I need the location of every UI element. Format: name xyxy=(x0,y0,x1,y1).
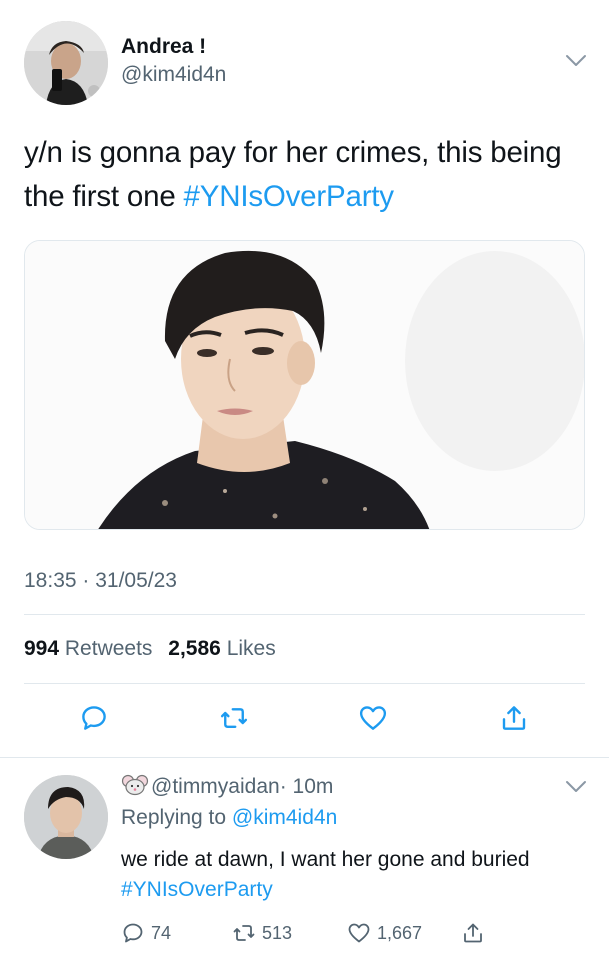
replying-to-mention[interactable]: @kim4id4n xyxy=(232,806,337,829)
divider xyxy=(24,683,585,684)
reply-like-button[interactable]: 1,667 xyxy=(347,920,422,946)
reply-icon xyxy=(123,923,143,943)
reply-author-avatar[interactable] xyxy=(24,775,108,859)
reply-time[interactable]: · 10m xyxy=(280,775,334,798)
tweet-timestamp[interactable]: 18:35 · 31/05/23 xyxy=(24,569,177,593)
heart-icon[interactable] xyxy=(358,703,388,733)
more-options-chevron-icon[interactable] xyxy=(565,54,587,68)
reply-header: @timmyaidan· 10m xyxy=(121,774,333,799)
reply-text: we ride at dawn, I want her gone and bur… xyxy=(121,845,591,905)
reply-share-button[interactable] xyxy=(461,920,491,946)
retweet-count: 513 xyxy=(262,922,293,943)
retweets-count[interactable]: 994 xyxy=(24,637,59,660)
share-icon xyxy=(464,923,482,943)
reply-retweet-button[interactable]: 513 xyxy=(232,920,292,946)
reply-body: we ride at dawn, I want her gone and bur… xyxy=(121,848,530,871)
hashtag-link[interactable]: #YNIsOverParty xyxy=(184,180,395,213)
heart-icon xyxy=(348,923,370,943)
reply-count: 74 xyxy=(151,922,172,943)
retweet-icon xyxy=(233,925,255,941)
main-tweet: Andrea ! @kim4id4n y/n is gonna pay for … xyxy=(0,0,609,758)
replying-to: Replying to @kim4id4n xyxy=(121,806,337,830)
share-icon[interactable] xyxy=(499,703,529,733)
replying-to-label: Replying to xyxy=(121,806,232,829)
divider xyxy=(24,614,585,615)
reply-hashtag-link[interactable]: #YNIsOverParty xyxy=(121,878,273,901)
author-handle[interactable]: @kim4id4n xyxy=(121,63,226,87)
reply-author-handle[interactable]: @timmyaidan xyxy=(151,775,280,798)
author-display-name[interactable]: Andrea ! xyxy=(121,35,206,59)
tweet-text: y/n is gonna pay for her crimes, this be… xyxy=(24,131,584,219)
likes-count[interactable]: 2,586 xyxy=(168,637,221,660)
reply-more-options-chevron-icon[interactable] xyxy=(565,780,587,794)
engagement-stats: 994 Retweets 2,586 Likes xyxy=(24,637,276,661)
like-count: 1,667 xyxy=(377,922,423,943)
retweet-icon[interactable] xyxy=(219,703,249,733)
author-avatar[interactable] xyxy=(24,21,108,105)
mouse-face-icon xyxy=(121,774,149,796)
section-divider xyxy=(0,757,609,758)
reply-icon[interactable] xyxy=(79,703,109,733)
retweets-label[interactable]: Retweets xyxy=(65,637,153,660)
reply-reply-button[interactable]: 74 xyxy=(121,920,171,946)
tweet-media-image[interactable] xyxy=(24,240,585,530)
likes-label[interactable]: Likes xyxy=(227,637,276,660)
